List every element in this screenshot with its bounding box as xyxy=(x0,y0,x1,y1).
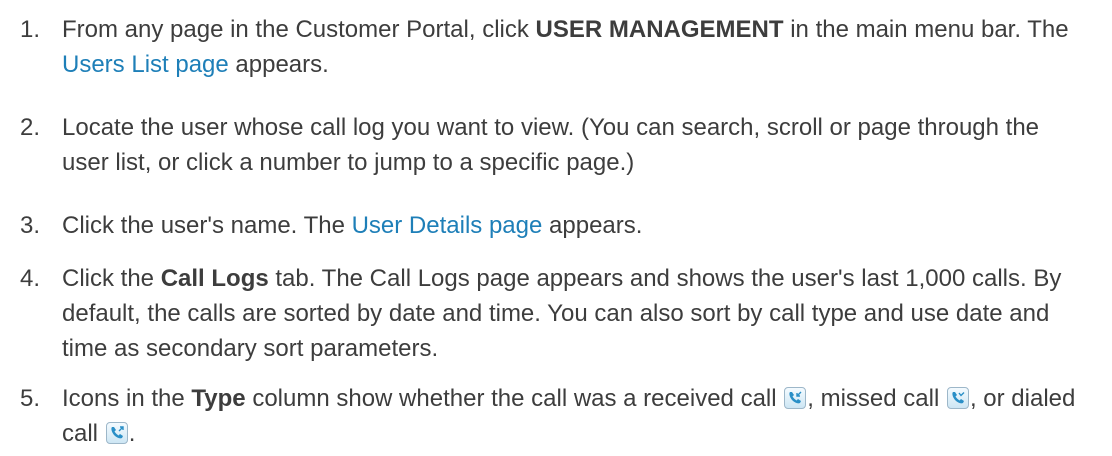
text: appears. xyxy=(228,51,329,78)
received-call-icon xyxy=(784,387,807,409)
step-number: 4. xyxy=(20,265,41,292)
step-number: 1. xyxy=(20,16,41,43)
step-number: 3. xyxy=(20,212,41,239)
text: Locate the user whose call log you want … xyxy=(62,114,1040,176)
step-text: Locate the user whose call log you want … xyxy=(62,110,1092,180)
step-text: Click the user's name. The User Details … xyxy=(62,208,1092,243)
text: column show whether the call was a recei… xyxy=(245,385,784,412)
step-text: From any page in the Customer Portal, cl… xyxy=(62,12,1092,82)
dialed-call-icon xyxy=(105,422,128,444)
text: , missed call xyxy=(807,385,946,412)
missed-call-icon xyxy=(946,387,969,409)
column-label-type: Type xyxy=(191,385,246,412)
text: Click the xyxy=(62,265,161,292)
users-list-page-link[interactable]: Users List page xyxy=(62,51,229,78)
menu-label-user-management: USER MANAGEMENT xyxy=(535,16,784,43)
step-text: Icons in the Type column show whether th… xyxy=(62,381,1092,451)
text: Click the user's name. The xyxy=(62,212,352,239)
text: From any page in the Customer Portal, cl… xyxy=(62,16,536,43)
step-text: Click the Call Logs tab. The Call Logs p… xyxy=(62,261,1092,366)
text: appears. xyxy=(542,212,643,239)
step-number: 2. xyxy=(20,114,41,141)
text: in the main menu bar. The xyxy=(783,16,1069,43)
tab-label-call-logs: Call Logs xyxy=(160,265,269,292)
document: 1. From any page in the Customer Portal,… xyxy=(0,0,1112,456)
step-number: 5. xyxy=(20,385,41,412)
text: . xyxy=(128,420,136,447)
text: Icons in the xyxy=(62,385,192,412)
user-details-page-link[interactable]: User Details page xyxy=(352,212,543,239)
